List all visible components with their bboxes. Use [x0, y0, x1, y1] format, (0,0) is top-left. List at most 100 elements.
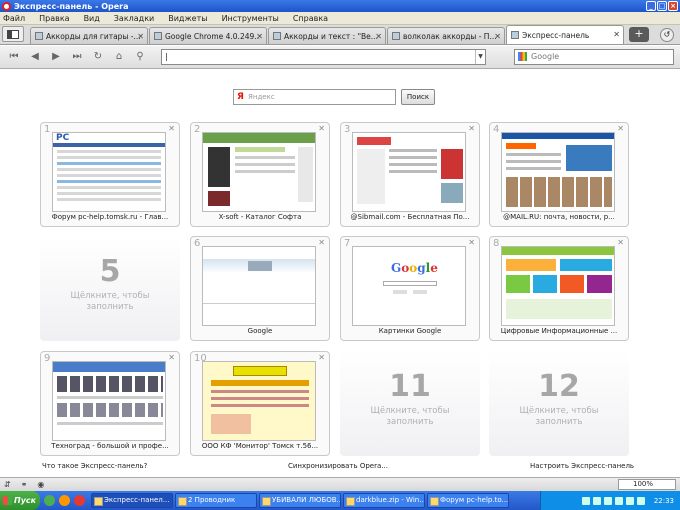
rewind-icon[interactable]: ⏮ — [6, 49, 22, 65]
tab-close-icon[interactable]: ✕ — [375, 32, 382, 41]
dial-close-icon[interactable]: ✕ — [617, 238, 624, 247]
dial-thumbnail — [202, 361, 316, 441]
forward-icon[interactable]: ▶ — [48, 49, 64, 65]
taskbar-button-music[interactable]: УБИВАЛИ ЛЮБОВ... — [259, 493, 341, 508]
tray-icon[interactable] — [625, 496, 634, 505]
menu-bookmarks[interactable]: Закладки — [114, 14, 154, 23]
menu-view[interactable]: Вид — [84, 14, 100, 23]
yandex-search-input[interactable]: Я Яндекс — [233, 89, 396, 105]
start-button[interactable]: Пуск — [0, 491, 40, 510]
speed-dial-6[interactable]: 6 ✕ Google — [190, 236, 330, 341]
speed-dial-3[interactable]: 3 ✕ @Sibmail.com - Бесплатная По... — [340, 122, 480, 227]
wand-icon[interactable]: ⚲ — [132, 49, 148, 65]
dial-number: 8 — [493, 238, 500, 249]
page-icon — [35, 32, 43, 40]
quicklaunch-icon[interactable] — [59, 495, 70, 506]
tray-icon[interactable] — [592, 496, 601, 505]
taskbar-button-explorer[interactable]: 2 Проводник — [175, 493, 257, 508]
minimize-button[interactable]: _ — [646, 1, 656, 11]
dial-close-icon[interactable]: ✕ — [318, 124, 325, 133]
status-arrow-icon[interactable]: ⇵ — [4, 480, 11, 489]
dial-close-icon[interactable]: ✕ — [468, 238, 475, 247]
home-icon[interactable]: ⌂ — [111, 49, 127, 65]
speed-dial-5[interactable]: 5 Щёлкните, чтобы заполнить — [40, 236, 180, 341]
speed-dial-8[interactable]: 8 ✕ Цифровые Информационные ... — [489, 236, 629, 341]
page-icon — [154, 32, 162, 40]
tab-close-icon[interactable]: ✕ — [256, 32, 263, 41]
speed-dial-11[interactable]: 11 Щёлкните, чтобы заполнить — [340, 351, 480, 456]
menu-widgets[interactable]: Виджеты — [168, 14, 207, 23]
tab-2[interactable]: Google Chrome 4.0.249.... ✕ — [149, 27, 267, 44]
what-is-speed-dial-link[interactable]: Что такое Экспресс-панель? — [42, 462, 147, 470]
tab-1[interactable]: Аккорды для гитары -... ✕ — [30, 27, 148, 44]
dial-number: 7 — [344, 238, 351, 249]
quicklaunch-icon[interactable] — [44, 495, 55, 506]
speed-dial-12[interactable]: 12 Щёлкните, чтобы заполнить — [489, 351, 629, 456]
tray-icon[interactable] — [581, 496, 590, 505]
menu-edit[interactable]: Правка — [39, 14, 69, 23]
address-value: | — [165, 52, 168, 61]
opera-quicklaunch-icon[interactable] — [74, 495, 85, 506]
closed-tabs-icon[interactable]: ↺ — [660, 28, 674, 42]
tab-3[interactable]: Аккорды и текст : "Ве... ✕ — [268, 27, 386, 44]
menu-tools[interactable]: Инструменты — [222, 14, 279, 23]
dial-close-icon[interactable]: ✕ — [617, 124, 624, 133]
tab-label: волколак аккорды - П... — [403, 31, 497, 41]
dial-close-icon[interactable]: ✕ — [318, 353, 325, 362]
tab-close-icon[interactable]: ✕ — [494, 32, 501, 41]
panel-toggle-button[interactable] — [2, 26, 24, 42]
tab-4[interactable]: волколак аккорды - П... ✕ — [387, 27, 505, 44]
status-bar: ⇵ ⚭ ◉ 100% — [0, 477, 680, 491]
quick-launch — [44, 495, 89, 506]
speed-dial-7[interactable]: 7 ✕ Google Картинки Google — [340, 236, 480, 341]
menu-bar: Файл Правка Вид Закладки Виджеты Инструм… — [0, 12, 680, 25]
address-field[interactable]: | ▼ — [161, 49, 486, 65]
dial-number: 4 — [493, 124, 500, 135]
speed-dial-2[interactable]: 2 ✕ X-soft - Каталог Софта — [190, 122, 330, 227]
google-favicon-icon — [392, 32, 400, 40]
tab-close-icon[interactable]: ✕ — [137, 32, 144, 41]
dial-number: 1 — [44, 124, 51, 135]
zoom-control[interactable]: 100% — [618, 479, 676, 490]
status-network-icon[interactable]: ⚭ — [21, 480, 28, 489]
speed-dial-9[interactable]: 9 ✕ Техноград - большой и профе... — [40, 351, 180, 456]
speed-dial-1[interactable]: 1 ✕ PC Форум pc-help.tomsk.ru - Глав... — [40, 122, 180, 227]
yandex-placeholder: Яндекс — [248, 93, 275, 101]
reload-icon[interactable]: ↻ — [90, 49, 106, 65]
tab-label: Аккорды и текст : "Ве... — [284, 31, 378, 41]
dial-thumbnail: Google — [352, 246, 466, 326]
volume-icon[interactable] — [636, 496, 645, 505]
tab-close-icon[interactable]: ✕ — [613, 30, 620, 39]
fast-forward-icon[interactable]: ⏭ — [69, 49, 85, 65]
dial-caption: ООО КФ 'Монитор' Томск т.56... — [201, 442, 319, 450]
tray-icon[interactable] — [614, 496, 623, 505]
address-dropdown-icon[interactable]: ▼ — [475, 50, 485, 64]
taskbar-button-forum[interactable]: Форум pc-help.to... — [427, 493, 509, 508]
dial-close-icon[interactable]: ✕ — [168, 124, 175, 133]
tray-icon[interactable] — [603, 496, 612, 505]
menu-help[interactable]: Справка — [293, 14, 328, 23]
close-window-button[interactable]: × — [668, 1, 678, 11]
start-label: Пуск — [14, 496, 37, 505]
speed-dial-4[interactable]: 4 ✕ @MAIL.RU: почта, новости, р... — [489, 122, 629, 227]
taskbar-button-winrar[interactable]: darkblue.zip - Win... — [343, 493, 425, 508]
dial-close-icon[interactable]: ✕ — [318, 238, 325, 247]
menu-file[interactable]: Файл — [3, 14, 25, 23]
tab-speed-dial[interactable]: Экспресс-панель ✕ — [506, 25, 624, 44]
taskbar-button-opera[interactable]: Экспресс-панел... — [91, 493, 173, 508]
dial-caption: X-soft - Каталог Софта — [218, 213, 302, 221]
yandex-icon: Я — [237, 92, 244, 102]
yandex-search-button[interactable]: Поиск — [401, 89, 435, 105]
dial-number: 9 — [44, 353, 51, 364]
maximize-button[interactable]: □ — [657, 1, 667, 11]
search-field[interactable]: Google — [514, 49, 674, 65]
status-opera-unite-icon[interactable]: ◉ — [37, 480, 44, 489]
configure-speed-dial-link[interactable]: Настроить Экспресс-панель — [530, 462, 634, 470]
sync-opera-link[interactable]: Синхронизировать Opera... — [288, 462, 388, 470]
back-icon[interactable]: ◀ — [27, 49, 43, 65]
new-tab-button[interactable]: + — [629, 27, 649, 42]
dial-close-icon[interactable]: ✕ — [168, 353, 175, 362]
speed-dial-10[interactable]: 10 ✕ ООО КФ 'Монитор' Томск т.56... — [190, 351, 330, 456]
dial-close-icon[interactable]: ✕ — [468, 124, 475, 133]
grid-icon — [511, 31, 519, 39]
